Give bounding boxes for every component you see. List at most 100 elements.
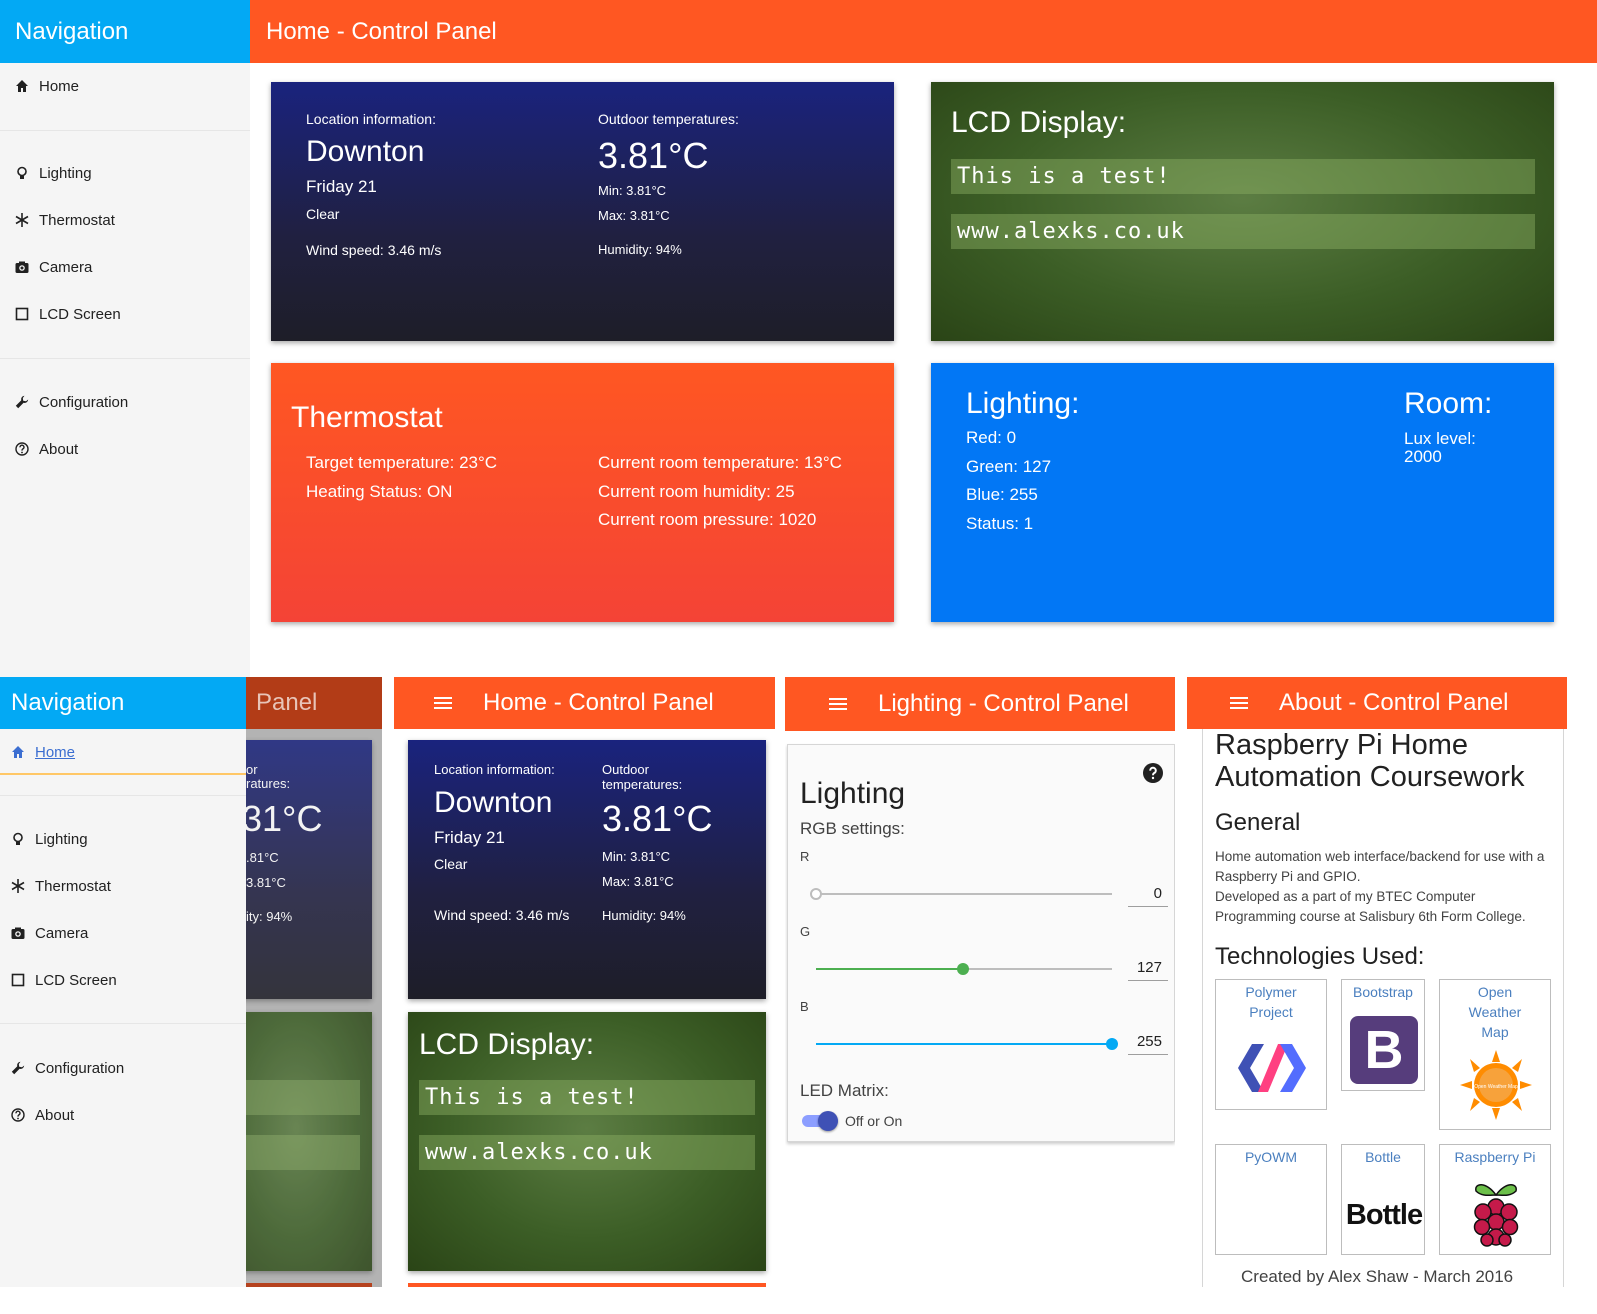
tech-label: Open Weather Map	[1468, 984, 1522, 1040]
snowflake-icon	[15, 213, 29, 227]
dimmed-outdoor-label: ratures:	[246, 776, 291, 791]
tech-label: Polymer Project	[1245, 984, 1297, 1020]
sidebar-item-about[interactable]: About	[11, 1104, 74, 1126]
tech-bottle[interactable]: Bottle Bottle	[1341, 1144, 1425, 1255]
humidity: Humidity: 94%	[602, 908, 686, 923]
lighting-card-title: Lighting	[800, 777, 906, 810]
nav-divider	[0, 358, 250, 359]
sidebar-item-label: Thermostat	[39, 211, 115, 229]
sidebar-item-lighting[interactable]: Lighting	[11, 828, 88, 850]
green-slider-fill	[816, 968, 963, 970]
weather-card: Location information: Downton Friday 21 …	[271, 82, 894, 341]
target-temperature: Target temperature: 23°C	[306, 453, 498, 472]
sidebar-item-lighting[interactable]: Lighting	[15, 163, 92, 183]
menu-icon[interactable]	[1230, 694, 1248, 712]
sidebar-item-camera[interactable]: Camera	[11, 922, 88, 944]
tech-openweathermap[interactable]: Open Weather Map Open Weather Map	[1439, 979, 1551, 1130]
technologies-title: Technologies Used:	[1215, 943, 1425, 970]
mobile-home-title: Home - Control Panel	[483, 689, 714, 716]
mobile-lighting-screen: Lighting - Control Panel Lighting RGB se…	[785, 677, 1175, 1287]
sidebar-item-label: Thermostat	[35, 877, 111, 895]
wind-speed: Wind speed: 3.46 m/s	[434, 907, 570, 923]
about-footer: Created by Alex Shaw - March 2016	[1241, 1267, 1514, 1286]
heating-status: Heating Status: ON	[306, 482, 453, 501]
mobile-home-header: Home - Control Panel	[394, 677, 775, 729]
tech-bootstrap[interactable]: Bootstrap B	[1341, 979, 1425, 1091]
sidebar-item-label: Configuration	[39, 393, 129, 411]
sidebar-item-home[interactable]: Home	[11, 741, 75, 763]
mobile-lighting-header: Lighting - Control Panel	[785, 677, 1175, 731]
sidebar-item-configuration[interactable]: Configuration	[11, 1057, 124, 1079]
general-text-2: Developed as a part of my BTEC Computer …	[1215, 889, 1526, 924]
square-icon	[11, 973, 25, 987]
sidebar-item-camera[interactable]: Camera	[15, 257, 92, 277]
dimmed-card-edge	[246, 1283, 372, 1287]
blue-value-input[interactable]: 255	[1128, 1033, 1168, 1055]
sidebar-item-label: Home	[35, 743, 76, 761]
weather-condition: Clear	[434, 856, 468, 872]
lightbulb-icon	[15, 166, 29, 180]
toggle-label: Off or On	[845, 1113, 903, 1129]
green-value-input[interactable]: 127	[1128, 959, 1168, 981]
wrench-icon	[15, 395, 29, 409]
blue-slider[interactable]	[816, 1038, 1118, 1050]
red-value: Red: 0	[966, 428, 1017, 447]
tech-polymer[interactable]: Polymer Project	[1215, 979, 1327, 1110]
sidebar-item-label: Camera	[35, 924, 89, 942]
about-heading: Raspberry Pi Home Automation Coursework	[1215, 729, 1525, 793]
green-slider-knob[interactable]	[957, 963, 969, 975]
dimmed-lcd-line	[240, 1135, 360, 1170]
sidebar-item-thermostat[interactable]: Thermostat	[15, 210, 115, 230]
blue-slider-fill	[816, 1043, 1112, 1045]
mobile-nav-drawer: Navigation Home Lighting Thermostat Came…	[0, 677, 246, 1287]
tech-raspberry-pi[interactable]: Raspberry Pi	[1439, 1144, 1551, 1255]
dimmed-lcd-line	[240, 1080, 360, 1115]
room-pressure: Current room pressure: 1020	[598, 510, 817, 529]
blue-value: Blue: 255	[966, 485, 1038, 504]
green-slider[interactable]	[816, 963, 1112, 975]
next-card-edge	[408, 1283, 766, 1287]
red-slider[interactable]	[810, 888, 1112, 900]
owm-logo-text: Open Weather Map	[1474, 1084, 1518, 1090]
sidebar-item-lcd-screen[interactable]: LCD Screen	[15, 304, 121, 324]
tech-pyowm[interactable]: PyOWM	[1215, 1144, 1327, 1255]
sidebar-item-home[interactable]: Home	[15, 76, 79, 96]
b-label: B	[800, 999, 809, 1014]
sidebar-item-about[interactable]: About	[15, 439, 78, 459]
sidebar-item-configuration[interactable]: Configuration	[15, 392, 128, 412]
blue-slider-knob[interactable]	[1106, 1038, 1118, 1050]
lcd-line-1: This is a test!	[419, 1080, 755, 1115]
about-content: Raspberry Pi Home Automation Coursework …	[1202, 729, 1564, 1287]
lux-value: 2000	[1404, 447, 1442, 466]
dimmed-header: Panel	[246, 677, 382, 729]
help-icon	[15, 442, 29, 456]
polymer-logo	[1236, 1042, 1308, 1094]
r-label: R	[800, 849, 810, 864]
sidebar-item-label: Configuration	[35, 1059, 125, 1077]
dimmed-humidity: ity: 94%	[246, 909, 293, 924]
sidebar-item-label: Home	[39, 77, 80, 95]
min-temperature: Min: 3.81°C	[598, 183, 667, 198]
nav-divider	[0, 1023, 246, 1024]
help-icon[interactable]	[1143, 763, 1163, 783]
weather-day: Friday 21	[306, 177, 377, 196]
led-matrix-toggle[interactable]	[802, 1111, 838, 1131]
dimmed-header-title: Panel	[256, 689, 318, 716]
g-label: G	[800, 924, 811, 939]
room-temperature: Current room temperature: 13°C	[598, 453, 842, 472]
menu-icon[interactable]	[829, 695, 847, 713]
sidebar-item-label: LCD Screen	[35, 971, 117, 989]
lighting-settings-card: Lighting RGB settings: R 0 G 127 B 255 L…	[787, 744, 1175, 1142]
tech-label: Bottle	[1365, 1149, 1401, 1165]
room-title: Room:	[1404, 387, 1493, 420]
wind-speed: Wind speed: 3.46 m/s	[306, 242, 442, 258]
humidity: Humidity: 94%	[598, 242, 682, 257]
location-label: Location information:	[306, 111, 436, 127]
sidebar-item-lcd-screen[interactable]: LCD Screen	[11, 969, 117, 991]
menu-icon[interactable]	[434, 694, 452, 712]
red-slider-knob[interactable]	[810, 888, 822, 900]
red-value-input[interactable]: 0	[1128, 885, 1168, 907]
tech-label: PyOWM	[1244, 1149, 1298, 1165]
sidebar-item-thermostat[interactable]: Thermostat	[11, 875, 111, 897]
mobile-about-title: About - Control Panel	[1279, 689, 1509, 716]
